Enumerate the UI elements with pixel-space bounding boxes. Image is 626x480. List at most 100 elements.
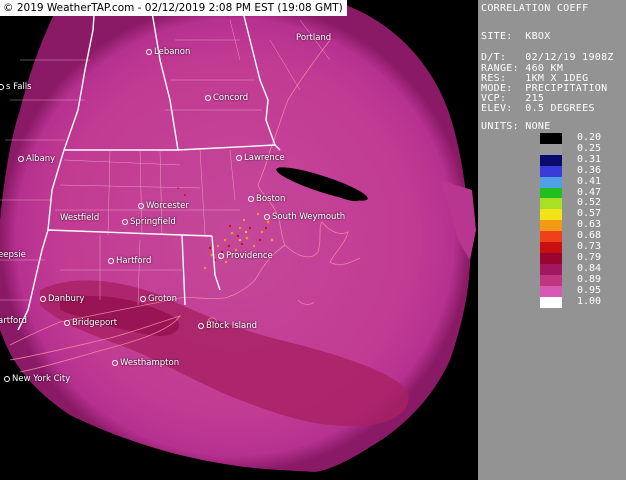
city-marker-icon — [198, 322, 204, 329]
city-name: Westfield — [60, 213, 100, 223]
city-name: Bridgeport — [72, 318, 118, 328]
legend-value: 0.31 — [577, 153, 602, 165]
city-name: Lebanon — [154, 47, 191, 57]
city-name: Albany — [26, 154, 56, 164]
radar-image — [0, 0, 476, 472]
city-marker-icon — [248, 195, 254, 202]
legend-value: 0.57 — [577, 208, 602, 220]
legend-value: 0.79 — [577, 251, 602, 263]
city-label: Westfield — [60, 213, 99, 223]
city-label: Groton — [140, 294, 177, 304]
legend-swatch — [540, 252, 562, 265]
city-marker-icon — [218, 252, 224, 259]
city-label: Danbury — [40, 294, 84, 304]
legend-swatch — [540, 154, 562, 167]
legend-swatch — [540, 274, 562, 287]
city-label: Concord — [205, 93, 248, 103]
legend-value: 1.00 — [577, 295, 602, 307]
city-label: Worcester — [138, 201, 189, 211]
info-panel: CORRELATION COEFF SITE: KBOX D/T: 02/12/… — [478, 0, 626, 480]
city-label: Albany — [18, 154, 55, 164]
radar-map[interactable]: © 2019 WeatherTAP.com - 02/12/2019 2:08 … — [0, 0, 478, 480]
city-name: Block Island — [206, 321, 257, 331]
city-marker-icon — [122, 218, 128, 225]
city-label: artford — [0, 316, 27, 326]
legend-value: 0.47 — [577, 186, 602, 198]
city-name: artford — [0, 316, 27, 326]
legend-value: 0.73 — [577, 241, 602, 252]
city-name: Worcester — [146, 201, 189, 211]
elevation-info: ELEV: 0.5 DEGREES — [481, 103, 595, 114]
city-marker-icon — [138, 202, 144, 209]
legend-value: 0.84 — [577, 262, 602, 274]
legend-swatch — [540, 242, 562, 254]
legend-swatch — [540, 209, 562, 221]
city-label: Lebanon — [146, 47, 190, 57]
legend-swatch — [540, 133, 562, 145]
city-name: Portland — [296, 33, 332, 43]
city-name: Hartford — [116, 256, 152, 266]
city-label: Providence — [218, 251, 273, 261]
legend-value: 0.20 — [577, 132, 602, 143]
legend-swatch — [540, 143, 562, 156]
city-marker-icon — [146, 48, 152, 55]
city-marker-icon — [108, 257, 114, 264]
city-marker-icon — [64, 319, 70, 326]
legend-value: 0.63 — [577, 219, 602, 231]
city-marker-icon — [112, 359, 118, 366]
city-marker-icon — [40, 295, 46, 302]
legend-swatch — [540, 165, 562, 178]
legend-value: 0.52 — [577, 197, 602, 209]
city-name: Springfield — [130, 217, 176, 227]
city-label: s Falls — [0, 82, 32, 92]
city-marker-icon — [236, 154, 242, 161]
city-marker-icon — [205, 94, 211, 101]
legend-value: 0.36 — [577, 164, 602, 176]
product-title: CORRELATION COEFF — [481, 3, 589, 14]
city-name: New York City — [12, 374, 71, 384]
legend-value: 0.41 — [577, 175, 602, 187]
city-marker-icon — [264, 213, 270, 220]
city-marker-icon — [0, 83, 4, 90]
legend-value: 0.25 — [577, 142, 602, 154]
city-label: Westhampton — [112, 358, 179, 368]
legend-swatch — [540, 296, 562, 308]
legend-swatch — [540, 187, 562, 199]
city-label: Bridgeport — [64, 318, 117, 328]
city-marker-icon — [140, 295, 146, 302]
city-label: South Weymouth — [264, 212, 345, 222]
city-label: Portland — [296, 33, 331, 43]
site-info: SITE: KBOX — [481, 31, 551, 42]
city-marker-icon — [4, 375, 10, 382]
legend-swatch — [540, 220, 562, 232]
city-name: Groton — [148, 294, 178, 304]
city-name: Providence — [226, 251, 273, 261]
legend-swatch — [540, 285, 562, 297]
city-name: Concord — [213, 93, 249, 103]
legend-swatch — [540, 198, 562, 210]
legend-value: 0.89 — [577, 273, 602, 285]
city-name: Westhampton — [120, 358, 180, 368]
city-name: Lawrence — [244, 153, 285, 163]
city-label: Block Island — [198, 321, 257, 331]
city-label: New York City — [4, 374, 70, 384]
legend-swatch — [540, 176, 562, 188]
city-label: Hartford — [108, 256, 151, 266]
city-label: Springfield — [122, 217, 176, 227]
legend-swatch — [540, 263, 562, 276]
city-name: South Weymouth — [272, 212, 346, 222]
city-name: Boston — [256, 194, 286, 204]
city-marker-icon — [18, 155, 24, 162]
datetime-info: D/T: 02/12/19 1908Z — [481, 52, 614, 63]
legend-value: 0.68 — [577, 230, 602, 242]
city-name: Danbury — [48, 294, 85, 304]
city-label: Boston — [248, 194, 285, 204]
city-name: eepsie — [0, 250, 26, 260]
units-info: UNITS: NONE — [481, 121, 551, 132]
legend-swatch — [540, 231, 562, 243]
timestamp-banner: © 2019 WeatherTAP.com - 02/12/2019 2:08 … — [0, 0, 347, 16]
city-label: Lawrence — [236, 153, 285, 163]
city-label: eepsie — [0, 250, 26, 260]
color-legend — [540, 133, 562, 308]
city-name: s Falls — [6, 82, 32, 92]
